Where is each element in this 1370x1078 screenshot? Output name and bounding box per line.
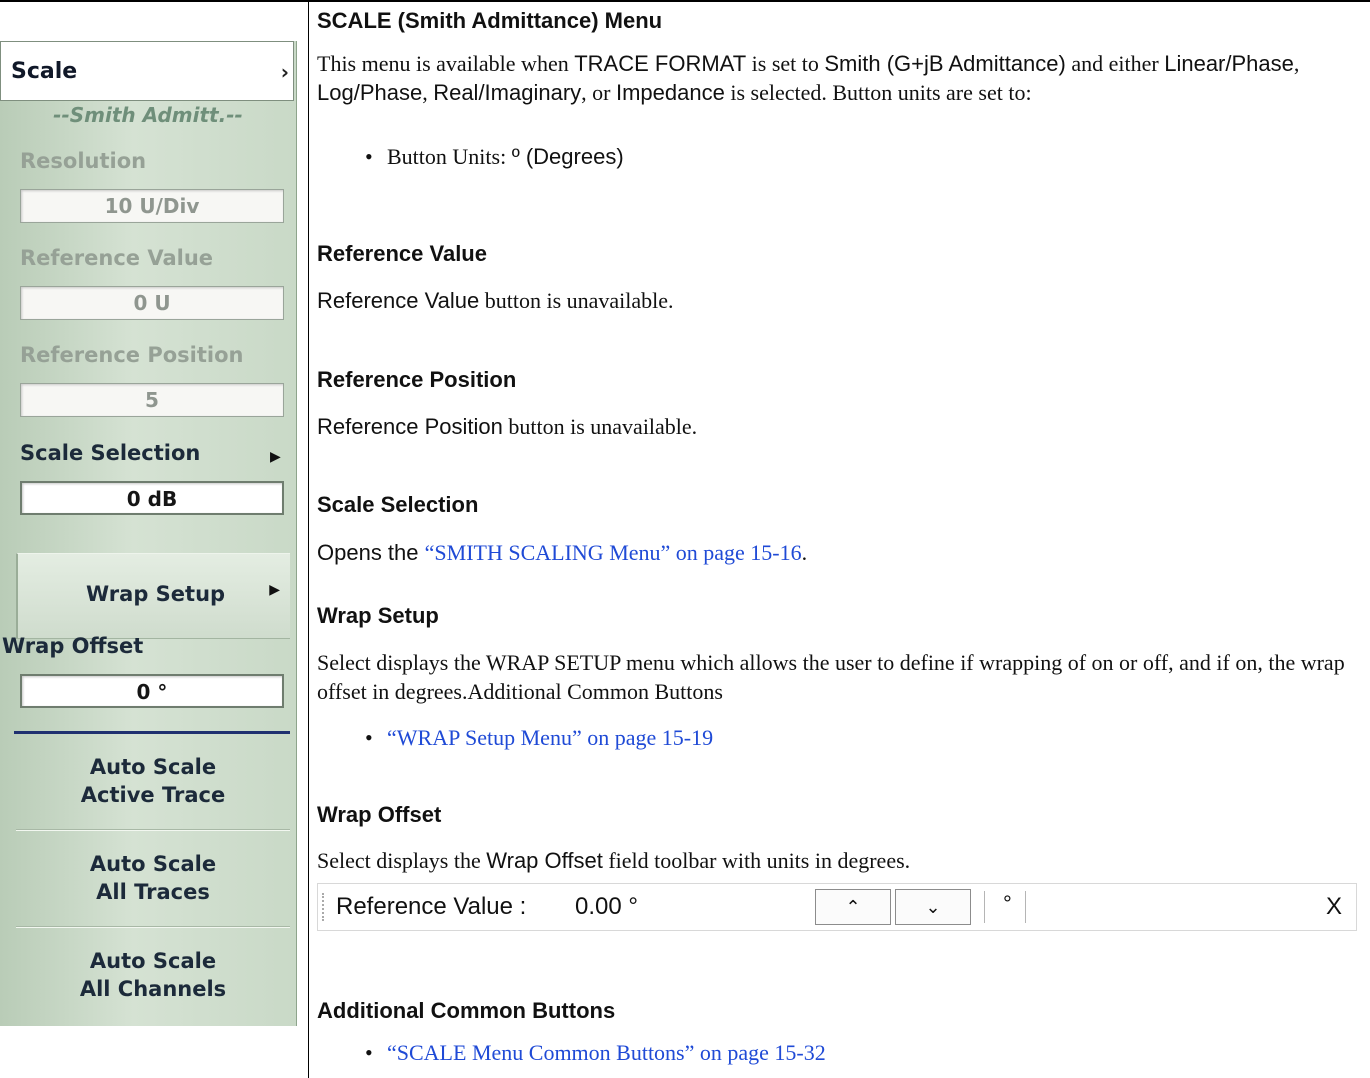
text-run: field toolbar with units in degrees. [602, 848, 911, 873]
button-line: All Traces [96, 880, 210, 904]
text-run: Button Units: [387, 144, 512, 169]
auto-scale-active-trace-button[interactable]: Auto Scale Active Trace [16, 753, 290, 809]
wrap-offset-label[interactable]: Wrap Offset [2, 634, 143, 658]
mode-label: --Smith Admitt.-- [53, 103, 243, 127]
reference-value-field: 0 U [20, 286, 284, 320]
ui-term: Smith (G+jB Admittance) [824, 51, 1066, 76]
wrap-setup-button[interactable]: Wrap Setup ▶ [16, 553, 290, 639]
auto-scale-all-traces-button[interactable]: Auto Scale All Traces [16, 850, 290, 906]
text-run: . [801, 540, 808, 565]
chevron-right-icon: › [280, 60, 289, 84]
bullet-icon: • [365, 725, 373, 750]
reference-position-field: 5 [20, 383, 284, 417]
wrap-offset-paragraph: Select displays the Wrap Offset field to… [317, 846, 1357, 875]
button-divider [16, 829, 290, 831]
scale-menu-panel: Scale › --Smith Admitt.-- Resolution 10 … [0, 41, 297, 1026]
intro-paragraph: This menu is available when TRACE FORMAT… [317, 49, 1357, 107]
wrap-setup-paragraph: Select displays the WRAP SETUP menu whic… [317, 650, 1345, 704]
wrap-offset-heading: Wrap Offset [317, 802, 442, 827]
menu-title-bar[interactable]: Scale › [0, 41, 294, 101]
toolbar-separator [1025, 891, 1026, 923]
increment-button[interactable]: ⌃ [815, 889, 891, 925]
toolbar-value-input[interactable]: 0.00 ° [575, 893, 638, 921]
ui-term: Linear/Phase [1164, 51, 1294, 76]
button-line: Auto Scale [89, 852, 217, 876]
ui-term: º (Degrees) [511, 144, 624, 169]
reference-value-heading: Reference Value [317, 241, 487, 266]
units-bullet: • Button Units: º (Degrees) [365, 144, 624, 170]
button-line: Auto Scale [89, 755, 217, 779]
top-rule [0, 0, 1370, 2]
text-run: , [1293, 51, 1300, 76]
auto-scale-all-channels-button[interactable]: Auto Scale All Channels [16, 947, 290, 1003]
scale-selection-paragraph: Opens the “SMITH SCALING Menu” on page 1… [317, 538, 1357, 567]
resolution-field: 10 U/Div [20, 189, 284, 223]
resolution-label: Resolution [20, 149, 147, 173]
section-title: SCALE (Smith Admittance) Menu [317, 8, 663, 33]
ui-term: TRACE FORMAT [574, 51, 747, 76]
reference-position-heading: Reference Position [317, 367, 517, 392]
text-run: , or [581, 80, 616, 105]
unit-label: ° [1003, 891, 1012, 916]
reference-position-paragraph: Reference Position button is unavailable… [317, 412, 1357, 441]
text-run: is selected. Button units are set to: [724, 80, 1032, 105]
smith-scaling-link[interactable]: “SMITH SCALING Menu” on page 15-16 [425, 540, 802, 565]
reference-position-label: Reference Position [20, 343, 244, 367]
button-line: Auto Scale [89, 949, 217, 973]
button-line: All Channels [79, 977, 227, 1001]
section-divider [14, 731, 290, 734]
ui-term: Reference Value [317, 288, 480, 313]
wrap-setup-link[interactable]: “WRAP Setup Menu” on page 15-19 [387, 725, 713, 750]
reference-value-paragraph: Reference Value button is unavailable. [317, 286, 1357, 315]
wrap-setup-label: Wrap Setup [86, 582, 226, 606]
reference-value-label: Reference Value [20, 246, 214, 270]
ui-term: Opens the [317, 540, 425, 565]
ui-term: Wrap Offset [486, 848, 603, 873]
common-buttons-link[interactable]: “SCALE Menu Common Buttons” on page 15-3… [387, 1040, 826, 1065]
wrap-offset-field[interactable]: 0 ° [20, 674, 284, 708]
bullet-icon: • [365, 1040, 373, 1065]
text-run: button is unavailable. [502, 414, 698, 439]
text-run: button is unavailable. [479, 288, 674, 313]
ui-term: Real/Imaginary [433, 80, 582, 105]
ui-term: Impedance [615, 80, 725, 105]
bullet-icon: • [365, 144, 373, 169]
button-divider [16, 926, 290, 928]
scale-selection-field[interactable]: 0 dB [20, 481, 284, 515]
submenu-arrow-icon: ▶ [270, 449, 281, 465]
scale-selection-label[interactable]: Scale Selection [20, 441, 200, 465]
text-run: Select displays the [317, 848, 487, 873]
toolbar-label: Reference Value : [336, 893, 527, 920]
button-line: Active Trace [80, 783, 226, 807]
column-divider [308, 0, 309, 1078]
ui-term: Log/Phase [317, 80, 423, 105]
text-run: This menu is available when [317, 51, 575, 76]
decrement-button[interactable]: ⌄ [895, 889, 971, 925]
text-run: , [422, 80, 434, 105]
reference-value-toolbar: Reference Value : 0.00 ° ⌃ ⌄ ° X [317, 883, 1357, 931]
common-buttons-heading: Additional Common Buttons [317, 998, 616, 1023]
menu-title: Scale [11, 59, 78, 84]
common-buttons-bullet: • “SCALE Menu Common Buttons” on page 15-… [365, 1040, 826, 1066]
text-run: and either [1065, 51, 1165, 76]
toolbar-separator [984, 891, 985, 923]
ui-term: Reference Position [317, 414, 503, 439]
close-icon[interactable]: X [1326, 893, 1342, 921]
submenu-arrow-icon: ▶ [269, 582, 280, 598]
wrap-setup-heading: Wrap Setup [317, 603, 439, 628]
text-run: is set to [746, 51, 825, 76]
wrap-setup-bullet: • “WRAP Setup Menu” on page 15-19 [365, 725, 713, 751]
scale-selection-heading: Scale Selection [317, 492, 479, 517]
toolbar-grip-icon[interactable] [322, 893, 326, 921]
